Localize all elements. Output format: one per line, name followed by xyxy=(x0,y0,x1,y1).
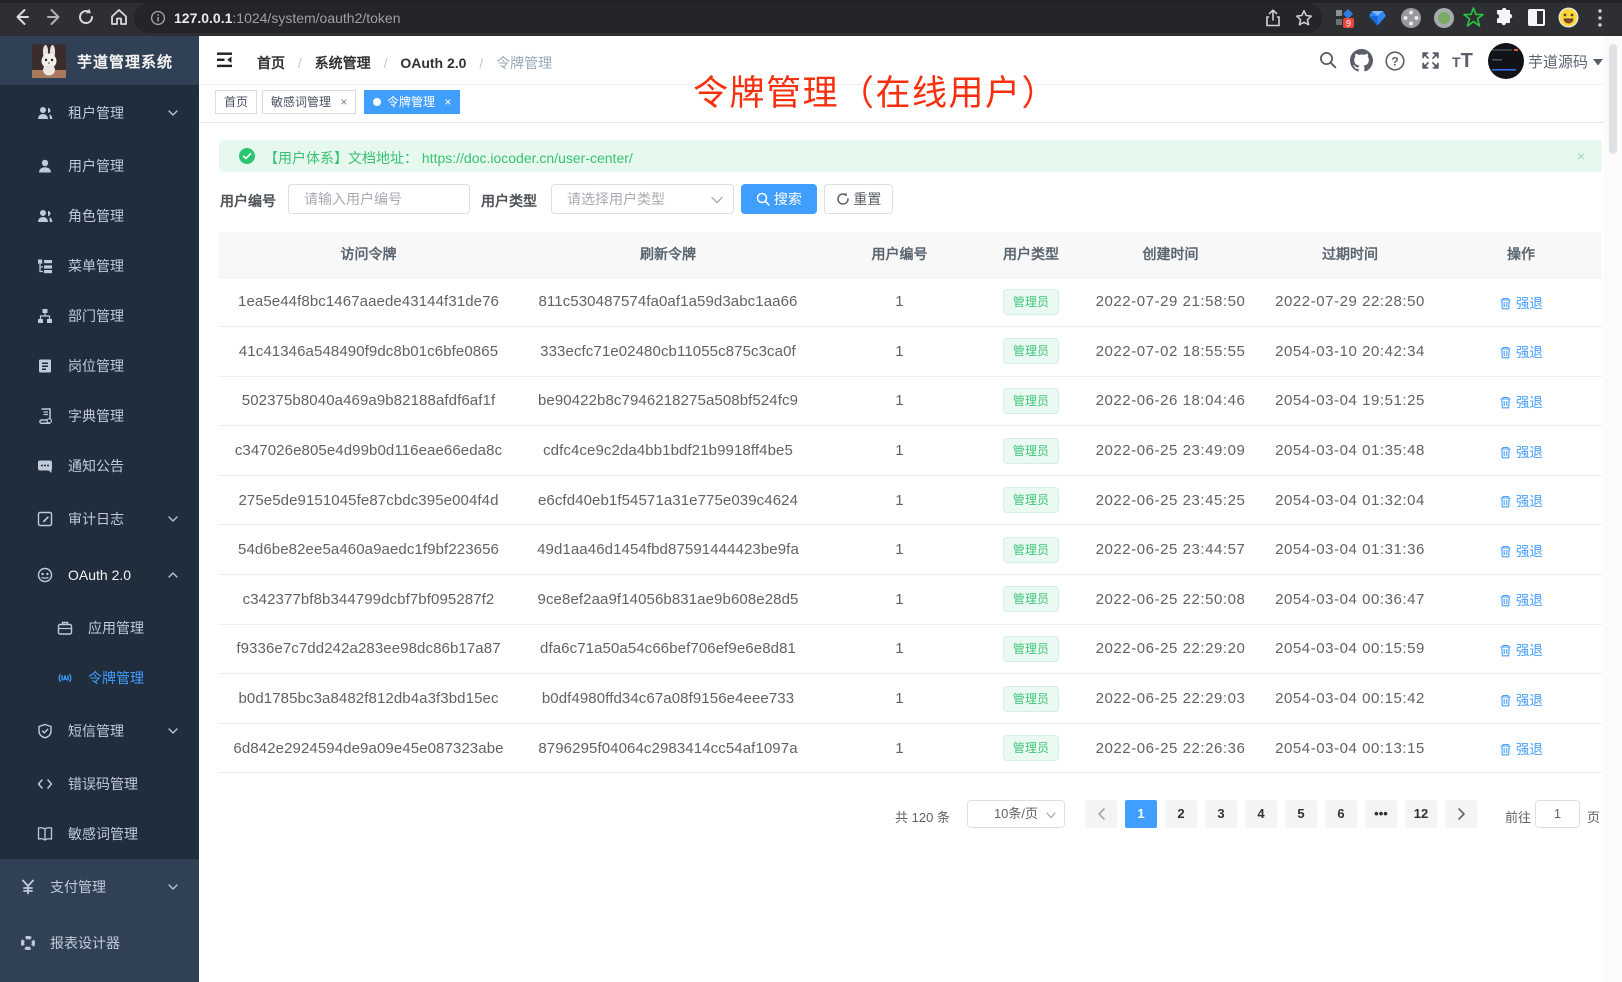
svg-text:9: 9 xyxy=(1346,18,1351,28)
svg-text:?: ? xyxy=(1391,54,1398,68)
